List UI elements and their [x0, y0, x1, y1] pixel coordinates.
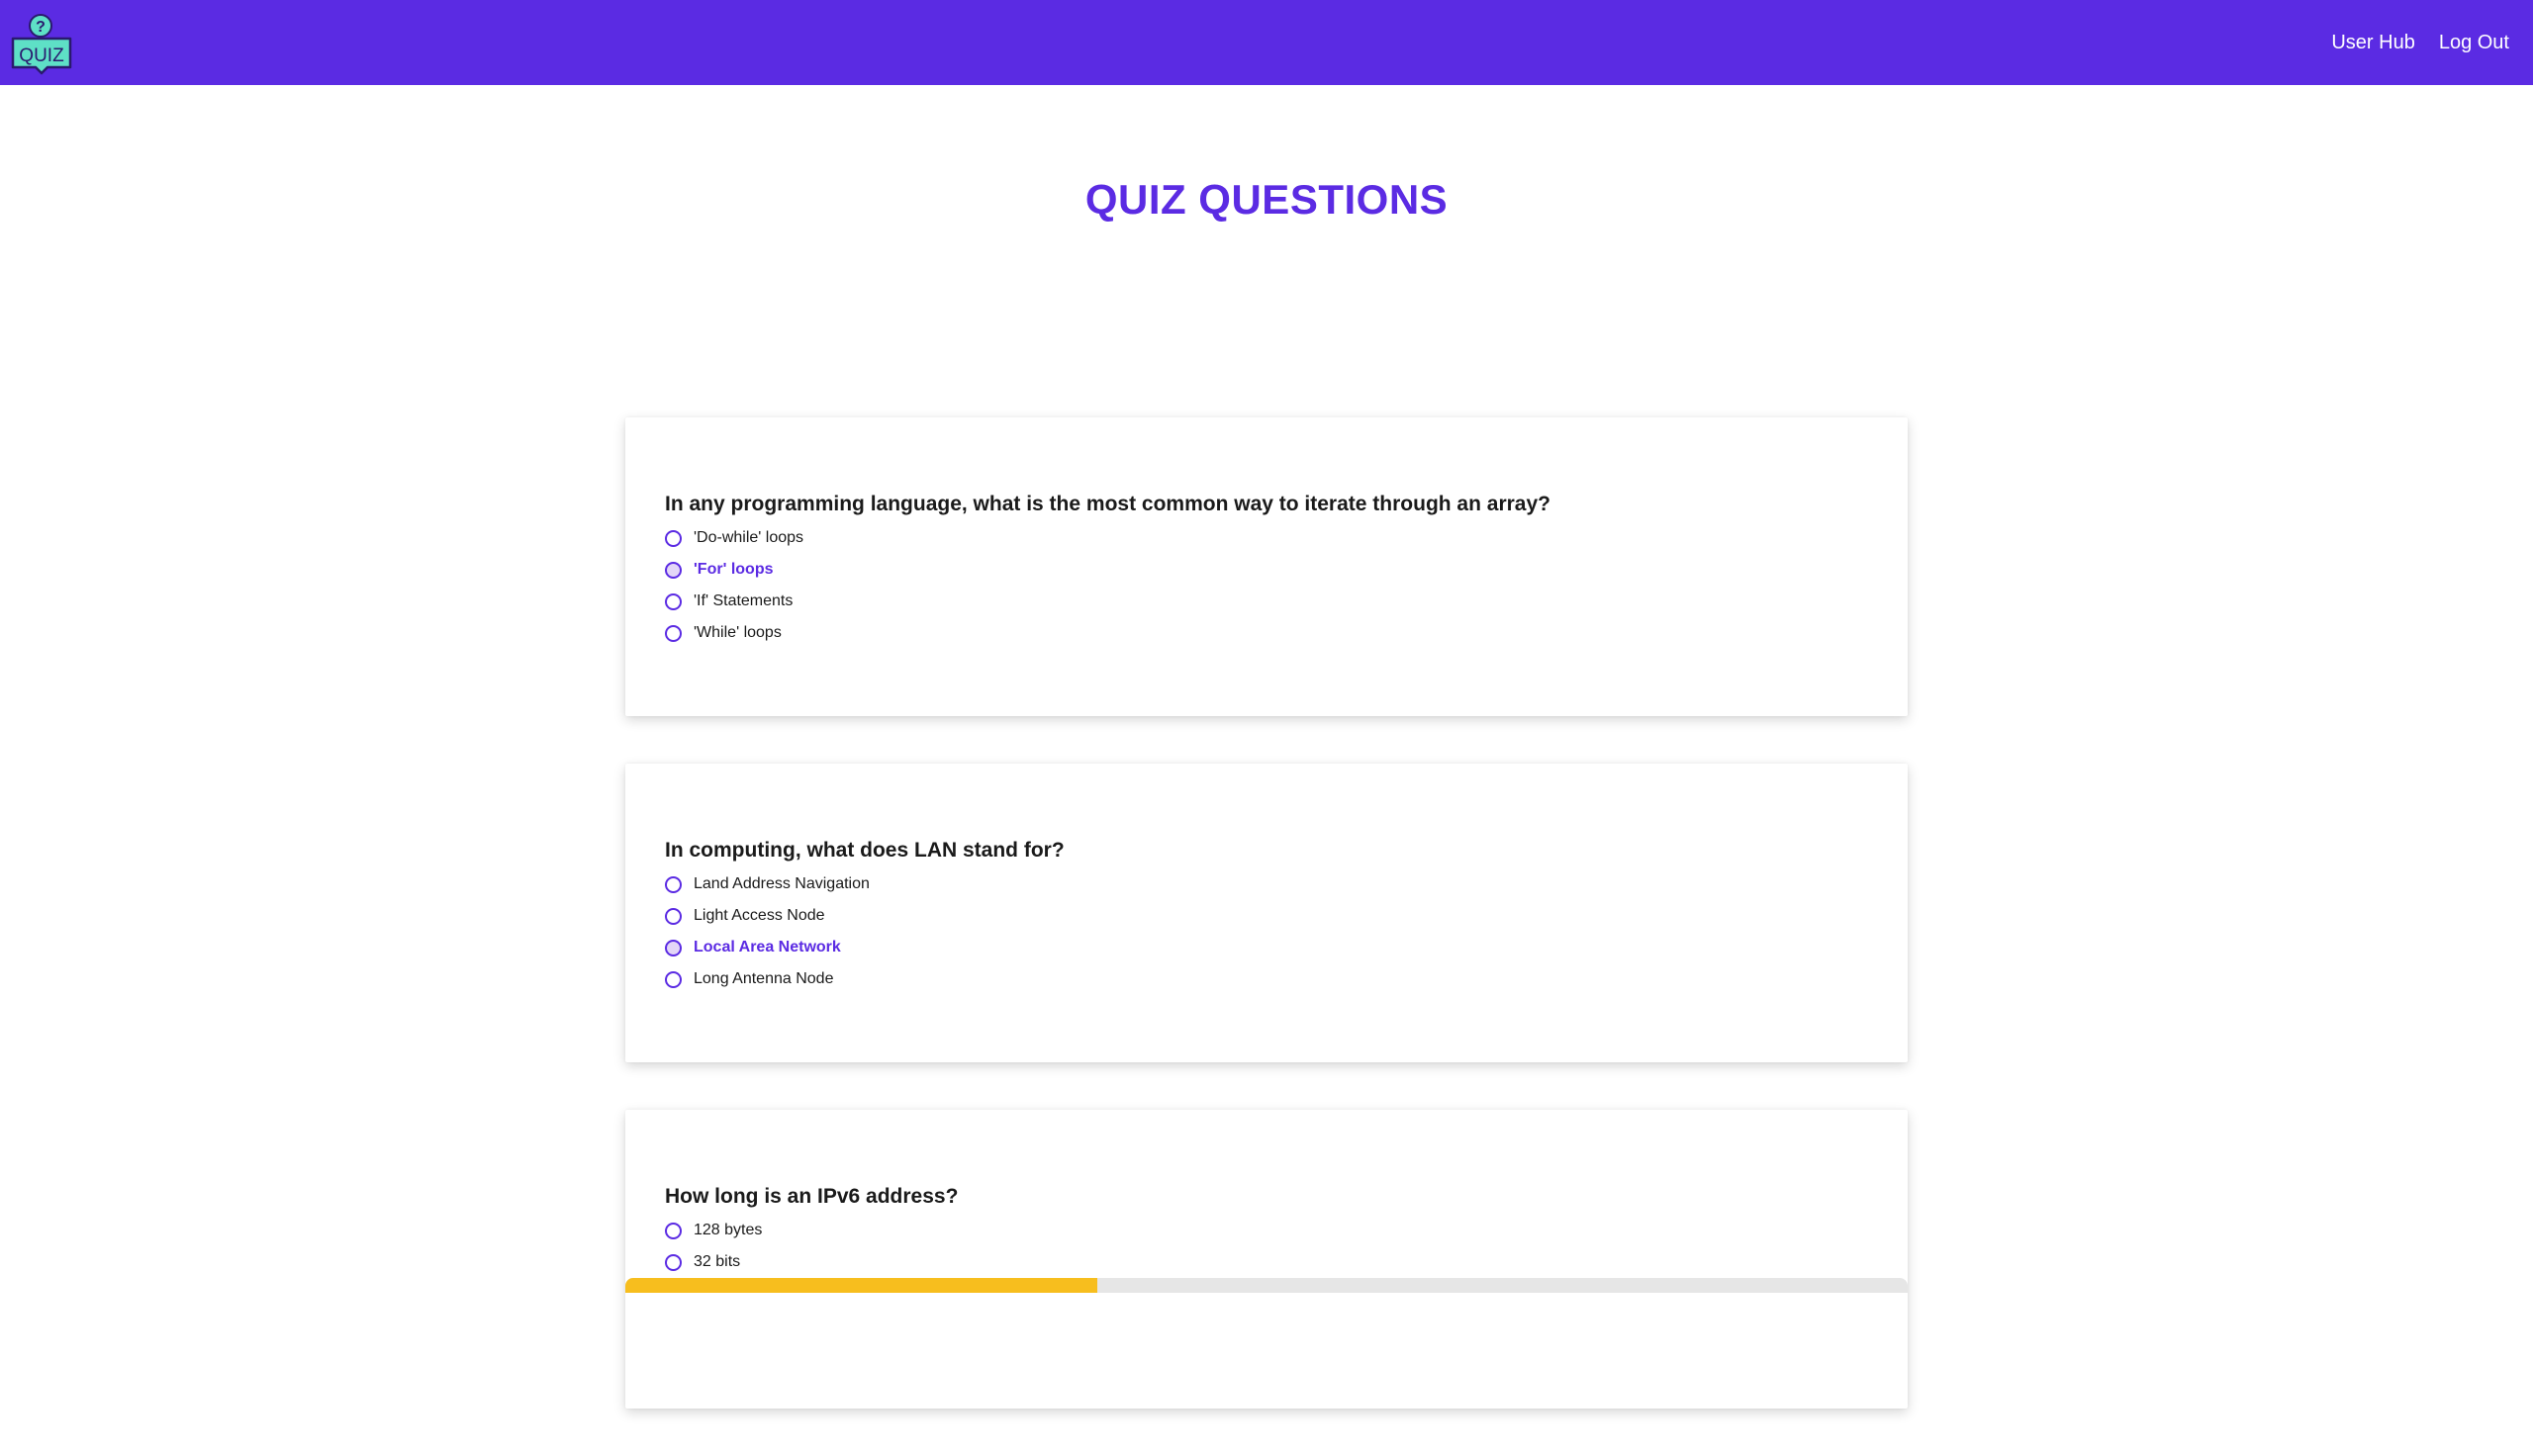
answer-label: Light Access Node — [694, 907, 825, 924]
answer-option[interactable]: Long Antenna Node — [665, 963, 1868, 995]
answer-label: Long Antenna Node — [694, 970, 834, 987]
answer-label: Land Address Navigation — [694, 875, 870, 892]
answer-options: 'Do-while' loops 'For' loops 'If' Statem… — [665, 522, 1868, 649]
answer-option[interactable]: 32 bits — [665, 1246, 1868, 1278]
radio-button[interactable] — [665, 561, 682, 579]
answer-label: 'While' loops — [694, 624, 782, 641]
progress-fill — [625, 1278, 1097, 1293]
question-card: How long is an IPv6 address? 128 bytes 3… — [625, 1110, 1908, 1409]
top-navbar: ? QUIZ User Hub Log Out — [0, 0, 2533, 85]
svg-text:?: ? — [36, 19, 46, 36]
nav-links: User Hub Log Out — [2331, 0, 2509, 85]
answer-option[interactable]: 'Do-while' loops — [665, 522, 1868, 554]
question-text: How long is an IPv6 address? — [665, 1185, 959, 1208]
question-text: In computing, what does LAN stand for? — [665, 839, 1065, 862]
answer-option[interactable]: Light Access Node — [665, 900, 1868, 932]
answer-label: 'If' Statements — [694, 592, 794, 609]
radio-button[interactable] — [665, 939, 682, 956]
radio-button[interactable] — [665, 1253, 682, 1271]
radio-button[interactable] — [665, 592, 682, 610]
answer-options: Land Address Navigation Light Access Nod… — [665, 868, 1868, 995]
answer-option[interactable]: 'While' loops — [665, 617, 1868, 649]
answer-option[interactable]: 'If' Statements — [665, 586, 1868, 617]
answer-option[interactable]: 'For' loops — [665, 554, 1868, 586]
quiz-logo[interactable]: ? QUIZ — [10, 12, 73, 75]
answer-label: Local Area Network — [694, 939, 841, 956]
quiz-logo-icon: ? QUIZ — [11, 14, 72, 75]
question-card: In any programming language, what is the… — [625, 417, 1908, 716]
question-text: In any programming language, what is the… — [665, 493, 1550, 515]
answer-option[interactable]: Land Address Navigation — [665, 868, 1868, 900]
answer-option[interactable]: 128 bytes — [665, 1215, 1868, 1246]
log-out-link[interactable]: Log Out — [2439, 32, 2509, 54]
answer-option[interactable]: Local Area Network — [665, 932, 1868, 963]
radio-button[interactable] — [665, 970, 682, 988]
question-list: In any programming language, what is the… — [625, 417, 1908, 1456]
radio-button[interactable] — [665, 1222, 682, 1239]
answer-label: 128 bytes — [694, 1222, 763, 1238]
radio-button[interactable] — [665, 529, 682, 547]
question-card: In computing, what does LAN stand for? L… — [625, 764, 1908, 1062]
radio-button[interactable] — [665, 875, 682, 893]
svg-text:QUIZ: QUIZ — [19, 46, 64, 66]
answer-label: 'For' loops — [694, 561, 774, 578]
radio-button[interactable] — [665, 907, 682, 925]
progress-bar — [625, 1278, 1908, 1293]
page-title: QUIZ QUESTIONS — [1084, 176, 1449, 223]
answer-label: 'Do-while' loops — [694, 529, 804, 546]
answer-label: 32 bits — [694, 1253, 741, 1270]
radio-button[interactable] — [665, 624, 682, 642]
answer-options: 128 bytes 32 bits — [665, 1215, 1868, 1278]
user-hub-link[interactable]: User Hub — [2331, 32, 2414, 54]
